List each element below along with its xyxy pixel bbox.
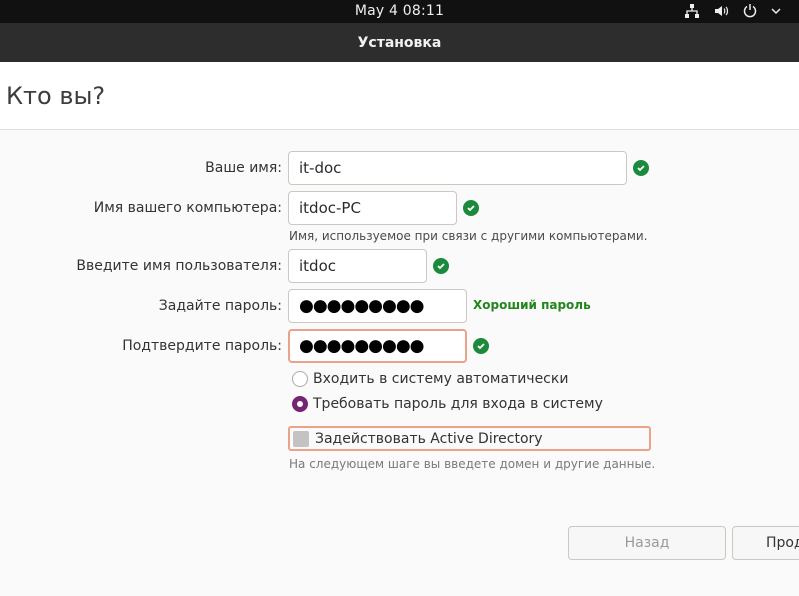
active-directory-hint: На следующем шаге вы введете домен и дру… [289, 457, 656, 471]
page-title: Кто вы? [6, 82, 106, 110]
power-icon[interactable] [742, 3, 758, 19]
network-icon[interactable] [684, 3, 700, 19]
password-strength: Хороший пароль [473, 298, 591, 312]
active-directory-label: Задействовать Active Directory [315, 430, 543, 447]
name-input[interactable]: it-doc [288, 151, 627, 185]
active-directory-checkbox[interactable]: Задействовать Active Directory [288, 426, 651, 451]
auto-login-radio[interactable] [292, 371, 308, 387]
back-button[interactable]: Назад [568, 526, 726, 560]
auto-login-option[interactable]: Входить в систему автоматически [292, 371, 568, 387]
confirm-label: Подтвердите пароль: [122, 338, 282, 354]
computer-name-input[interactable]: itdoc-PC [288, 191, 457, 225]
checkbox-icon[interactable] [293, 430, 309, 447]
require-password-radio[interactable] [292, 396, 308, 412]
form-area: Ваше имя: it-doc Имя вашего компьютера: … [0, 131, 799, 596]
auto-login-label: Входить в систему автоматически [313, 371, 569, 387]
username-input[interactable]: itdoc [288, 249, 427, 283]
system-tray[interactable] [684, 3, 781, 19]
chevron-down-icon[interactable] [771, 6, 781, 16]
window-title: Установка [0, 23, 799, 62]
password-input[interactable]: ●●●●●●●●● [288, 289, 467, 323]
confirm-password-input[interactable]: ●●●●●●●●● [288, 329, 467, 363]
password-label: Задайте пароль: [158, 298, 282, 314]
page-header: Кто вы? [0, 62, 799, 130]
computer-hint: Имя, используемое при связи с другими ко… [289, 229, 648, 243]
top-panel: May 4 08:11 [0, 0, 799, 23]
username-valid-icon [433, 258, 449, 274]
volume-icon[interactable] [713, 3, 729, 19]
username-label: Введите имя пользователя: [76, 258, 282, 274]
password-value: ●●●●●●●●● [299, 296, 425, 316]
continue-button[interactable]: Прод [732, 526, 799, 560]
name-label: Ваше имя: [205, 160, 282, 176]
require-password-label: Требовать пароль для входа в систему [313, 396, 603, 412]
clock[interactable]: May 4 08:11 [0, 3, 799, 19]
computer-label: Имя вашего компьютера: [93, 200, 282, 216]
require-password-option[interactable]: Требовать пароль для входа в систему [292, 396, 603, 412]
confirm-valid-icon [473, 338, 489, 354]
confirm-password-value: ●●●●●●●●● [299, 336, 425, 356]
name-valid-icon [633, 160, 649, 176]
computer-valid-icon [463, 200, 479, 216]
